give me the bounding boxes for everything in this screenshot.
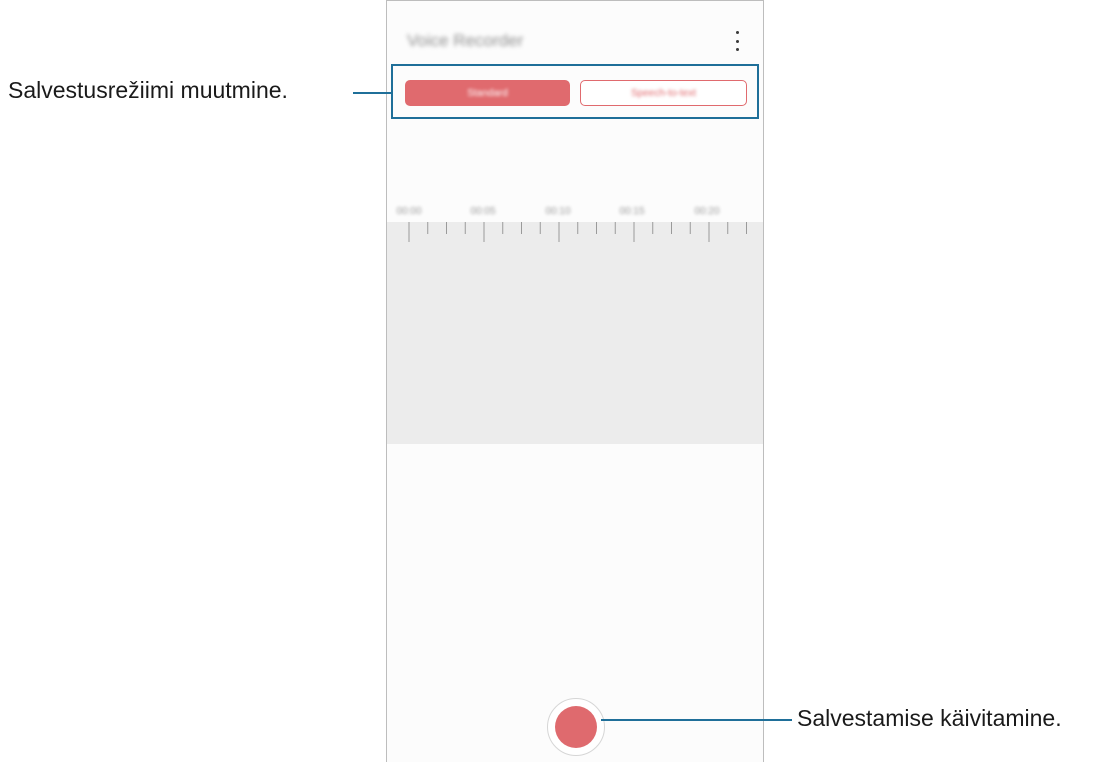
- timeline-ruler: [408, 222, 747, 242]
- record-icon: [555, 706, 597, 748]
- waveform-area: [387, 222, 763, 444]
- callout-mode-change: Salvestusrežiimi muutmine.: [8, 77, 288, 103]
- record-button[interactable]: [547, 698, 605, 756]
- callout-line-mode: [353, 92, 391, 94]
- time-label: 00:10: [545, 206, 571, 217]
- time-label: 00:20: [694, 206, 720, 217]
- more-options-icon[interactable]: [731, 31, 743, 51]
- timeline-labels: 00:00 00:05 00:10 00:15 00:20: [387, 206, 763, 220]
- time-label: 00:05: [470, 206, 496, 217]
- callout-start-recording: Salvestamise käivitamine.: [797, 705, 1062, 731]
- time-label: 00:00: [396, 206, 422, 217]
- app-title: Voice Recorder: [407, 31, 524, 50]
- callout-line-record: [601, 719, 792, 721]
- mode-highlight-box: [391, 64, 759, 119]
- time-label: 00:15: [619, 206, 645, 217]
